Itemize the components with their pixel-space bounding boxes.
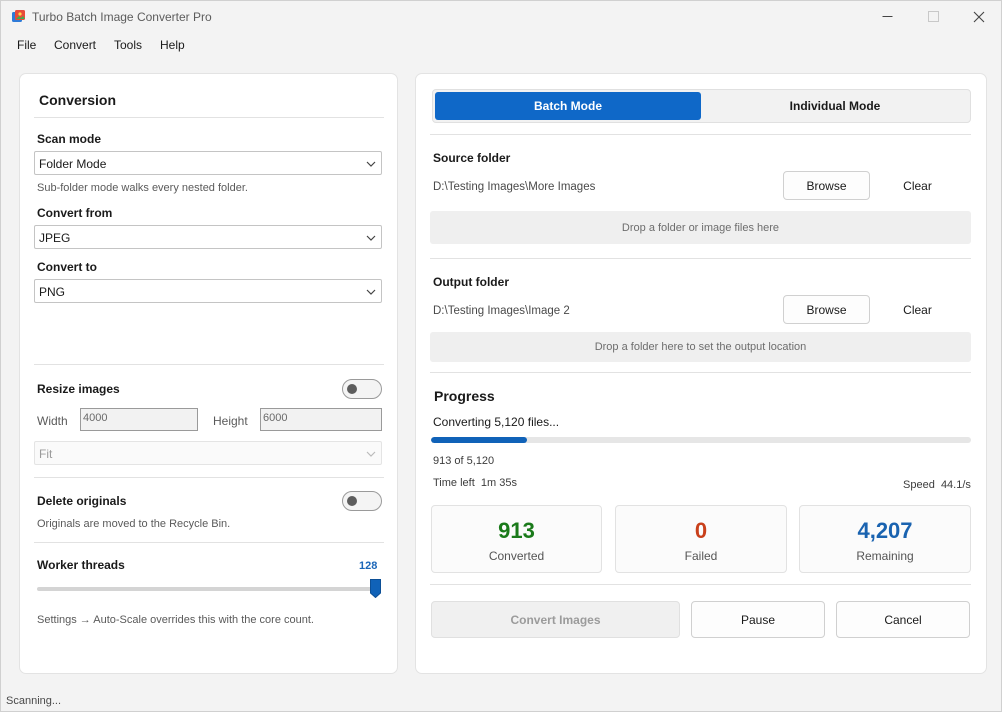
slider-thumb[interactable] bbox=[370, 579, 381, 598]
convert-from-label: Convert from bbox=[37, 206, 113, 220]
minimize-button[interactable] bbox=[864, 1, 910, 32]
toggle-knob bbox=[347, 496, 357, 506]
close-icon bbox=[973, 11, 985, 22]
resize-toggle[interactable] bbox=[342, 379, 382, 399]
close-button[interactable] bbox=[956, 1, 1002, 32]
delete-originals-toggle[interactable] bbox=[342, 491, 382, 511]
chevron-down-icon bbox=[366, 235, 376, 241]
convert-from-value: JPEG bbox=[39, 231, 71, 245]
conversion-panel: Conversion Scan mode Folder Mode Sub-fol… bbox=[19, 73, 398, 674]
speed: Speed 44.1/s bbox=[903, 479, 971, 491]
converted-card: 913 Converted bbox=[431, 505, 602, 573]
maximize-button[interactable] bbox=[910, 1, 956, 32]
tab-batch-mode[interactable]: Batch Mode bbox=[435, 92, 701, 120]
worker-threads-hint: Settings → Auto-Scale overrides this wit… bbox=[37, 614, 314, 626]
convert-to-select[interactable]: PNG bbox=[34, 279, 382, 303]
menu-help[interactable]: Help bbox=[160, 38, 185, 52]
resize-label: Resize images bbox=[37, 382, 120, 396]
output-folder-path: D:\Testing Images\Image 2 bbox=[433, 305, 570, 317]
worker-threads-label: Worker threads bbox=[37, 558, 125, 572]
conversion-title: Conversion bbox=[39, 92, 117, 108]
divider bbox=[34, 477, 384, 478]
worker-threads-slider[interactable] bbox=[37, 587, 381, 591]
menu-tools[interactable]: Tools bbox=[114, 38, 142, 52]
time-left-value: 1m 35s bbox=[480, 477, 517, 489]
cancel-button[interactable]: Cancel bbox=[836, 601, 970, 638]
progress-bar bbox=[431, 437, 971, 443]
pause-button[interactable]: Pause bbox=[691, 601, 825, 638]
menu-file[interactable]: File bbox=[17, 38, 36, 52]
remaining-label: Remaining bbox=[856, 549, 914, 563]
source-folder-path: D:\Testing Images\More Images bbox=[433, 181, 596, 193]
status-bar-text: Scanning... bbox=[6, 695, 62, 707]
fit-mode-value: Fit bbox=[39, 447, 53, 461]
speed-value: 44.1/s bbox=[940, 479, 971, 491]
divider bbox=[430, 134, 971, 135]
convert-to-value: PNG bbox=[39, 285, 66, 299]
remaining-count: 4,207 bbox=[857, 518, 913, 543]
toggle-knob bbox=[347, 384, 357, 394]
window-title: Turbo Batch Image Converter Pro bbox=[32, 10, 212, 24]
chevron-down-icon bbox=[366, 289, 376, 295]
progress-count: 913 of 5,120 bbox=[433, 455, 495, 467]
source-folder-label: Source folder bbox=[433, 151, 511, 165]
scan-mode-value: Folder Mode bbox=[39, 157, 107, 171]
width-label: Width bbox=[37, 414, 68, 428]
title-bar: Turbo Batch Image Converter Pro bbox=[1, 1, 1001, 32]
failed-card: 0 Failed bbox=[615, 505, 787, 573]
source-browse-button[interactable]: Browse bbox=[783, 171, 870, 200]
failed-count: 0 bbox=[694, 518, 708, 543]
convert-to-label: Convert to bbox=[37, 260, 97, 274]
delete-originals-hint: Originals are moved to the Recycle Bin. bbox=[37, 518, 231, 530]
progress-bar-fill bbox=[431, 437, 528, 443]
scan-mode-select[interactable]: Folder Mode bbox=[34, 151, 382, 175]
worker-threads-value: 128 bbox=[359, 560, 378, 572]
menu-convert[interactable]: Convert bbox=[54, 38, 96, 52]
height-label: Height bbox=[213, 414, 248, 428]
height-input[interactable]: 6000 bbox=[260, 408, 382, 431]
source-clear-button[interactable]: Clear bbox=[874, 171, 961, 200]
speed-label: Speed bbox=[903, 479, 935, 491]
width-value: 4000 bbox=[83, 412, 108, 424]
convert-images-button[interactable]: Convert Images bbox=[431, 601, 680, 638]
batch-panel: Batch Mode Individual Mode Source folder… bbox=[415, 73, 987, 674]
fit-mode-select[interactable]: Fit bbox=[34, 441, 382, 465]
divider bbox=[34, 117, 384, 118]
divider bbox=[34, 364, 384, 365]
progress-title: Progress bbox=[434, 388, 495, 404]
remaining-card: 4,207 Remaining bbox=[799, 505, 971, 573]
time-left: Time left 1m 35s bbox=[433, 477, 517, 489]
divider bbox=[430, 372, 971, 373]
height-value: 6000 bbox=[263, 412, 288, 424]
output-folder-label: Output folder bbox=[433, 275, 509, 289]
app-logo-icon bbox=[11, 9, 26, 24]
output-browse-button[interactable]: Browse bbox=[783, 295, 870, 324]
chevron-down-icon bbox=[366, 161, 376, 167]
chevron-down-icon bbox=[366, 451, 376, 457]
converted-label: Converted bbox=[488, 549, 545, 563]
scan-mode-label: Scan mode bbox=[37, 132, 102, 146]
menu-bar: File Convert Tools Help bbox=[1, 32, 1001, 58]
mode-switch: Batch Mode Individual Mode bbox=[432, 89, 971, 123]
maximize-icon bbox=[927, 11, 939, 22]
width-input[interactable]: 4000 bbox=[80, 408, 198, 431]
converted-count: 913 bbox=[498, 518, 535, 543]
failed-label: Failed bbox=[684, 549, 718, 563]
delete-originals-label: Delete originals bbox=[37, 494, 127, 508]
scan-mode-hint: Sub-folder mode walks every nested folde… bbox=[37, 182, 248, 194]
time-left-label: Time left bbox=[433, 477, 475, 489]
tab-individual-mode[interactable]: Individual Mode bbox=[701, 92, 969, 120]
divider bbox=[430, 258, 971, 259]
source-drop-zone[interactable]: Drop a folder or image files here bbox=[430, 211, 971, 244]
divider bbox=[430, 584, 971, 585]
progress-status: Converting 5,120 files... bbox=[433, 415, 560, 429]
convert-from-select[interactable]: JPEG bbox=[34, 225, 382, 249]
minimize-icon bbox=[882, 16, 892, 17]
output-clear-button[interactable]: Clear bbox=[874, 295, 961, 324]
divider bbox=[34, 542, 384, 543]
app-window: Turbo Batch Image Converter Pro File Con… bbox=[0, 0, 1002, 712]
output-drop-zone[interactable]: Drop a folder here to set the output loc… bbox=[430, 332, 971, 362]
